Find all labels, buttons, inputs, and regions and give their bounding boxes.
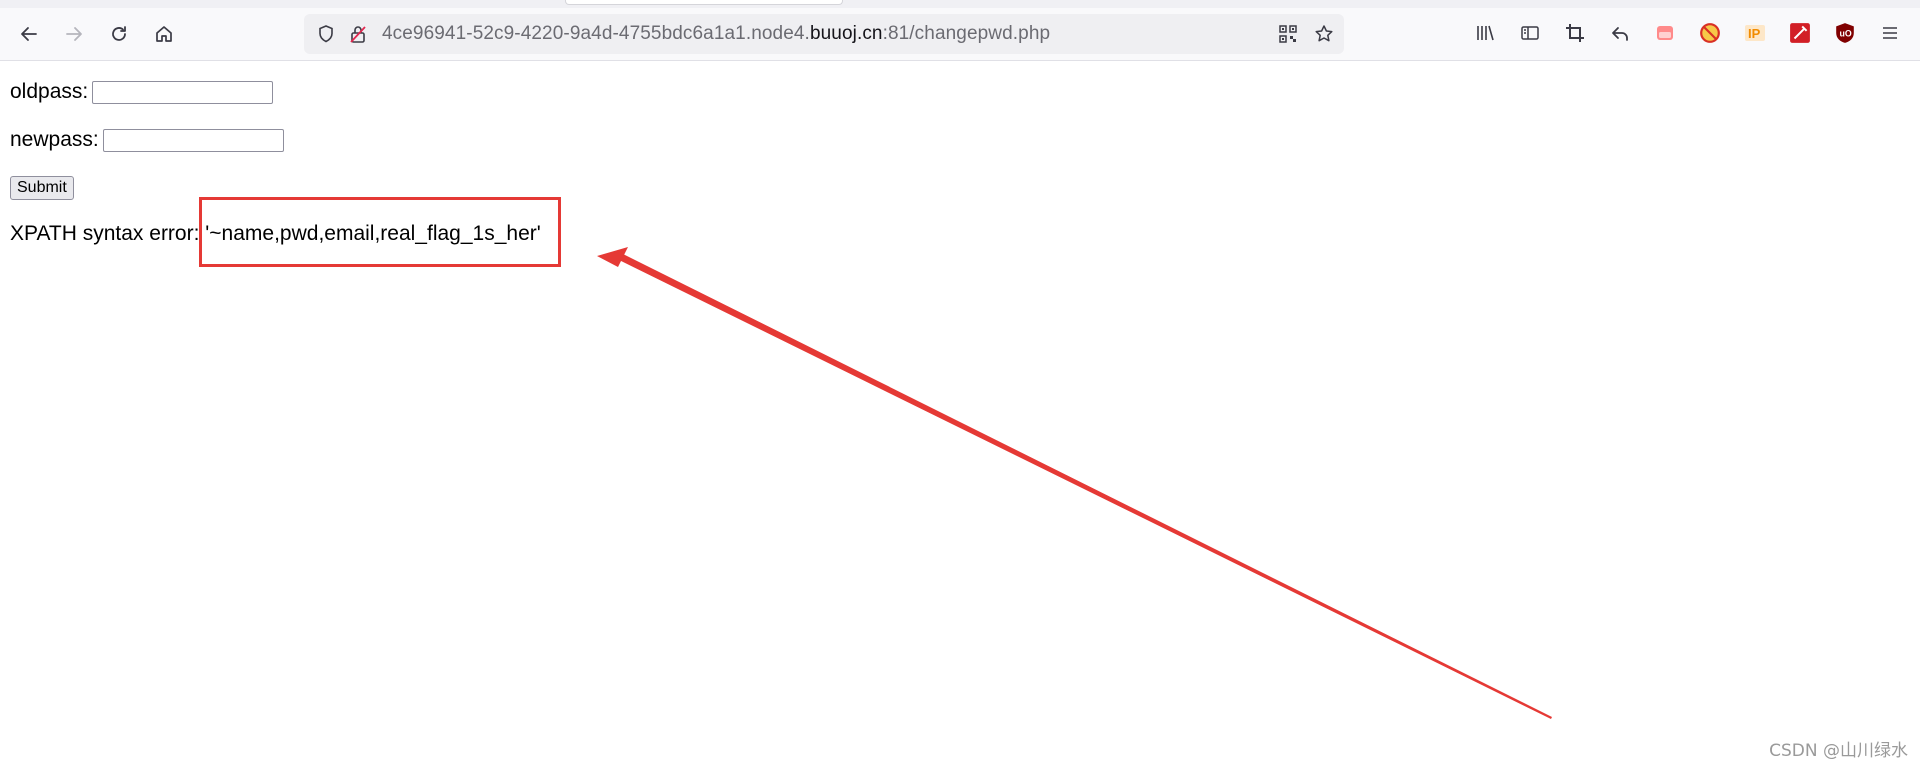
back-button[interactable]: [13, 18, 45, 50]
error-label: XPATH syntax error:: [10, 222, 200, 245]
oldpass-label: oldpass:: [10, 80, 89, 103]
hackbar-icon[interactable]: [1787, 20, 1813, 46]
newpass-label: newpass:: [10, 128, 99, 151]
arrow-left-icon: [21, 27, 37, 41]
bookmark-star-icon[interactable]: [1314, 24, 1334, 44]
sidebar-icon[interactable]: [1517, 20, 1543, 46]
multi-account-containers-icon[interactable]: [1652, 20, 1678, 46]
newpass-row: newpass:: [10, 127, 284, 153]
shield-icon[interactable]: [316, 24, 336, 44]
svg-text:uO: uO: [1840, 28, 1852, 38]
url-domain: buuoj.cn: [809, 23, 883, 44]
url-prefix: 4ce96941-52c9-4220-9a4d-4755bdc6a1a1.nod…: [382, 23, 810, 44]
menu-icon[interactable]: [1877, 20, 1903, 46]
active-tab[interactable]: [565, 0, 843, 5]
watermark: CSDN @山川绿水: [1769, 741, 1908, 761]
insecure-lock-icon[interactable]: [348, 24, 368, 44]
browser-toolbar: 4ce96941-52c9-4220-9a4d-4755bdc6a1a1.nod…: [0, 8, 1920, 61]
submit-button[interactable]: Submit: [10, 176, 74, 200]
no-script-icon[interactable]: [1697, 20, 1723, 46]
oldpass-input[interactable]: [92, 80, 274, 104]
reload-icon: [112, 26, 126, 41]
crop-screenshot-icon[interactable]: [1562, 20, 1588, 46]
arrow-shaft: [615, 251, 1552, 719]
svg-text:IP: IP: [1748, 26, 1761, 41]
forward-button[interactable]: [58, 18, 90, 50]
reload-button[interactable]: [103, 18, 135, 50]
arrow-head: [597, 247, 628, 267]
home-button[interactable]: [148, 18, 180, 50]
ublock-origin-icon[interactable]: uO: [1832, 20, 1858, 46]
url-suffix: :81/changepwd.php: [882, 23, 1051, 44]
ip-address-icon[interactable]: IP: [1742, 20, 1768, 46]
url-text[interactable]: 4ce96941-52c9-4220-9a4d-4755bdc6a1a1.nod…: [382, 14, 1050, 54]
undo-arrow-icon[interactable]: [1607, 20, 1633, 46]
tab-strip: [0, 0, 1920, 8]
library-icon[interactable]: [1472, 20, 1498, 46]
address-bar[interactable]: 4ce96941-52c9-4220-9a4d-4755bdc6a1a1.nod…: [304, 14, 1344, 54]
qr-code-icon[interactable]: [1278, 24, 1298, 44]
page-content: oldpass: newpass: Submit XPATH syntax er…: [0, 61, 1920, 769]
home-icon: [156, 26, 172, 42]
annotation-arrow: [597, 247, 1552, 719]
arrow-right-icon: [66, 27, 82, 41]
highlight-box: [199, 197, 561, 267]
oldpass-row: oldpass:: [10, 79, 274, 105]
newpass-input[interactable]: [102, 128, 284, 152]
